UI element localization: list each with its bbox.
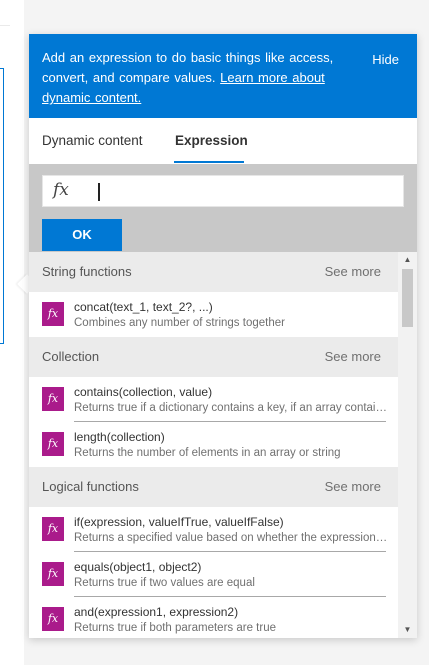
function-item[interactable]: fx if(expression, valueIfTrue, valueIfFal…: [29, 507, 398, 552]
function-description: Returns true if both parameters are true: [74, 622, 276, 634]
section-header: String functions See more: [29, 252, 398, 292]
function-name: concat(text_1, text_2?, ...): [74, 300, 213, 314]
function-fx-icon: fx: [42, 432, 64, 456]
info-banner: Add an expression to do basic things lik…: [29, 34, 417, 118]
see-more-link[interactable]: See more: [325, 264, 381, 279]
function-name: if(expression, valueIfTrue, valueIfFalse…: [74, 515, 284, 529]
hide-button[interactable]: Hide: [372, 50, 399, 70]
function-description: Combines any number of strings together: [74, 317, 285, 329]
section-title: Collection: [42, 349, 100, 364]
function-name: equals(object1, object2): [74, 560, 202, 574]
section-title: String functions: [42, 264, 132, 279]
section-header: Logical functions See more: [29, 467, 398, 507]
expression-editor: fx OK: [29, 164, 417, 252]
fx-icon: fx: [53, 180, 69, 200]
active-tab-indicator: [174, 161, 244, 163]
scrollbar-thumb[interactable]: [402, 269, 413, 327]
function-item[interactable]: fx equals(object1, object2) Returns true i…: [29, 552, 398, 597]
tab-dynamic-content[interactable]: Dynamic content: [42, 118, 143, 164]
function-fx-icon: fx: [42, 562, 64, 586]
scroll-down-arrow-icon[interactable]: ▼: [398, 622, 417, 638]
section-header: Collection See more: [29, 337, 398, 377]
tab-expression[interactable]: Expression: [175, 118, 248, 164]
function-description: Returns true if two values are equal: [74, 577, 255, 589]
function-name: length(collection): [74, 430, 165, 444]
function-item[interactable]: fx length(collection) Returns the number o…: [29, 422, 398, 467]
function-item[interactable]: fx contains(collection, value) Returns tru…: [29, 377, 398, 422]
ok-button[interactable]: OK: [42, 219, 122, 251]
scroll-up-arrow-icon[interactable]: ▲: [398, 252, 417, 268]
function-fx-icon: fx: [42, 607, 64, 631]
function-description: Returns a specified value based on wheth…: [74, 532, 388, 544]
function-item[interactable]: fx and(expression1, expression2) Returns t…: [29, 597, 398, 638]
banner-text: Add an expression to do basic things lik…: [42, 48, 347, 108]
section-title: Logical functions: [42, 479, 139, 494]
background-input-field[interactable]: [0, 68, 4, 344]
function-name: contains(collection, value): [74, 385, 213, 399]
function-fx-icon: fx: [42, 517, 64, 541]
function-fx-icon: fx: [42, 302, 64, 326]
function-list: String functions See more fx concat(text_1,…: [29, 252, 398, 638]
function-name: and(expression1, expression2): [74, 605, 239, 619]
function-description: Returns true if a dictionary contains a …: [74, 402, 388, 414]
see-more-link[interactable]: See more: [325, 479, 381, 494]
tab-bar: Dynamic content Expression: [29, 118, 417, 164]
expression-input[interactable]: fx: [42, 175, 404, 207]
function-description: Returns the number of elements in an arr…: [74, 447, 341, 459]
see-more-link[interactable]: See more: [325, 349, 381, 364]
background-card-header: [0, 0, 10, 26]
expression-popup: Add an expression to do basic things lik…: [29, 34, 417, 638]
function-item[interactable]: fx concat(text_1, text_2?, ...) Combines a…: [29, 292, 398, 337]
list-scrollbar[interactable]: ▲ ▼: [398, 252, 417, 638]
text-caret: [98, 183, 100, 201]
function-fx-icon: fx: [42, 387, 64, 411]
